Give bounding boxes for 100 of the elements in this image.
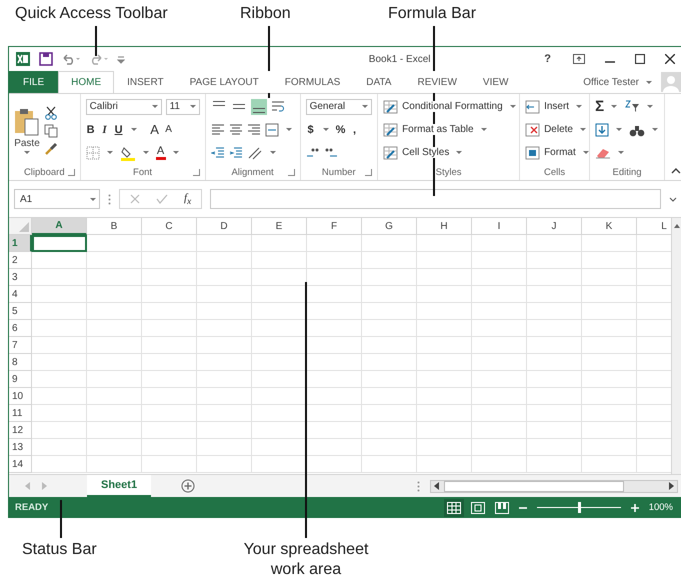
grid-cell[interactable] [417,405,472,422]
merge-center-icon[interactable] [264,122,279,136]
underline-button[interactable]: U [114,124,124,136]
grid-cell[interactable] [527,439,582,456]
scroll-left-icon[interactable] [434,482,440,490]
grid-cell[interactable] [197,439,252,456]
grid-cell[interactable] [197,337,252,354]
shrink-font-button[interactable]: A [164,124,174,135]
grid-cell[interactable] [142,354,197,371]
grid-cell[interactable] [197,286,252,303]
grid-cell[interactable] [417,354,472,371]
row-header[interactable]: 7 [9,337,32,354]
grid-cell[interactable] [362,422,417,439]
font-name-dropdown[interactable]: Calibri [86,98,162,114]
grid-cell[interactable] [417,252,472,269]
grid-cell[interactable] [87,371,142,388]
grid-cell[interactable] [362,405,417,422]
grid-cell[interactable] [582,320,637,337]
grid-cell[interactable] [197,371,252,388]
insert-function-button[interactable]: f$_{x}$ [184,192,192,206]
percent-button[interactable]: % [336,124,346,136]
font-size-dropdown[interactable]: 11 [166,98,200,114]
scroll-right-icon[interactable] [668,482,674,490]
grid-cell[interactable] [472,252,527,269]
grid-cell[interactable] [472,371,527,388]
grid-cell[interactable] [417,303,472,320]
grid-cell[interactable] [527,354,582,371]
grid-cell[interactable] [142,252,197,269]
grid-cell[interactable] [582,303,637,320]
grid-cell[interactable] [307,235,362,252]
cancel-icon[interactable] [130,194,140,204]
row-header[interactable]: 11 [9,405,32,422]
column-header[interactable]: C [142,218,197,235]
grid-cell[interactable] [417,269,472,286]
grid-cell[interactable] [472,388,527,405]
fill-color-icon[interactable] [120,144,136,160]
grid-cell[interactable] [417,388,472,405]
eraser-icon[interactable] [595,146,612,158]
dialog-launcher-icon[interactable] [288,169,295,176]
grid-cell[interactable] [87,320,142,337]
styles-menu-button[interactable]: Format as Table [402,124,474,135]
grid-cell[interactable] [197,252,252,269]
grid-cell[interactable] [527,269,582,286]
grid-cell[interactable] [417,371,472,388]
column-header[interactable]: I [472,218,527,235]
grid-cell[interactable] [582,337,637,354]
grid-cell[interactable] [417,337,472,354]
format-painter-icon[interactable] [44,142,58,156]
row-header[interactable]: 3 [9,269,32,286]
grid-cell[interactable] [582,456,637,473]
wrap-text-icon[interactable] [270,100,285,114]
grid-cell[interactable] [197,235,252,252]
grid-cell[interactable] [87,439,142,456]
cells-menu-button[interactable]: Insert [544,101,570,112]
grow-font-button[interactable]: A [150,122,160,137]
grid-cell[interactable] [142,456,197,473]
grid-cell[interactable] [142,439,197,456]
page-layout-view-icon[interactable] [470,502,485,514]
column-header[interactable]: E [252,218,307,235]
grid-cell[interactable] [582,405,637,422]
grid-cell[interactable] [472,439,527,456]
customize-toolbar-icon[interactable] [117,54,125,64]
grid-cell[interactable] [32,269,87,286]
grid-cell[interactable] [197,269,252,286]
zoom-level[interactable]: 100% [648,502,673,513]
save-icon[interactable] [39,52,53,66]
row-header[interactable]: 9 [9,371,32,388]
grid-cell[interactable] [362,337,417,354]
grid-cell[interactable] [32,388,87,405]
row-header[interactable]: 13 [9,439,32,456]
sheet-tab[interactable]: Sheet1 [87,475,152,497]
row-header[interactable]: 10 [9,388,32,405]
row-header[interactable]: 12 [9,422,32,439]
increase-decimal-icon[interactable] [306,146,320,158]
grid-cell[interactable] [417,456,472,473]
zoom-slider-thumb[interactable] [578,502,581,513]
next-sheet-icon[interactable] [41,482,47,490]
grid-cell[interactable] [472,286,527,303]
grid-cell[interactable] [87,337,142,354]
grid-cell[interactable] [472,405,527,422]
grid-cell[interactable] [527,405,582,422]
grid-cell[interactable] [87,286,142,303]
dialog-launcher-icon[interactable] [68,169,75,176]
column-header[interactable]: G [362,218,417,235]
grid-cell[interactable] [362,371,417,388]
decrease-indent-icon[interactable] [210,146,225,160]
autosum-button[interactable]: Σ [595,98,604,115]
grid-cell[interactable] [582,269,637,286]
grid-cell[interactable] [32,303,87,320]
grid-cell[interactable] [362,235,417,252]
grid-cell[interactable] [362,456,417,473]
grid-cell[interactable] [87,235,142,252]
grid-cell[interactable] [362,303,417,320]
styles-menu-button[interactable]: Cell Styles [402,147,450,158]
grid-cell[interactable] [417,422,472,439]
grid-cell[interactable] [142,235,197,252]
grid-cell[interactable] [582,286,637,303]
grid-cell[interactable] [87,388,142,405]
grid-cell[interactable] [362,269,417,286]
italic-button[interactable]: I [100,124,110,136]
